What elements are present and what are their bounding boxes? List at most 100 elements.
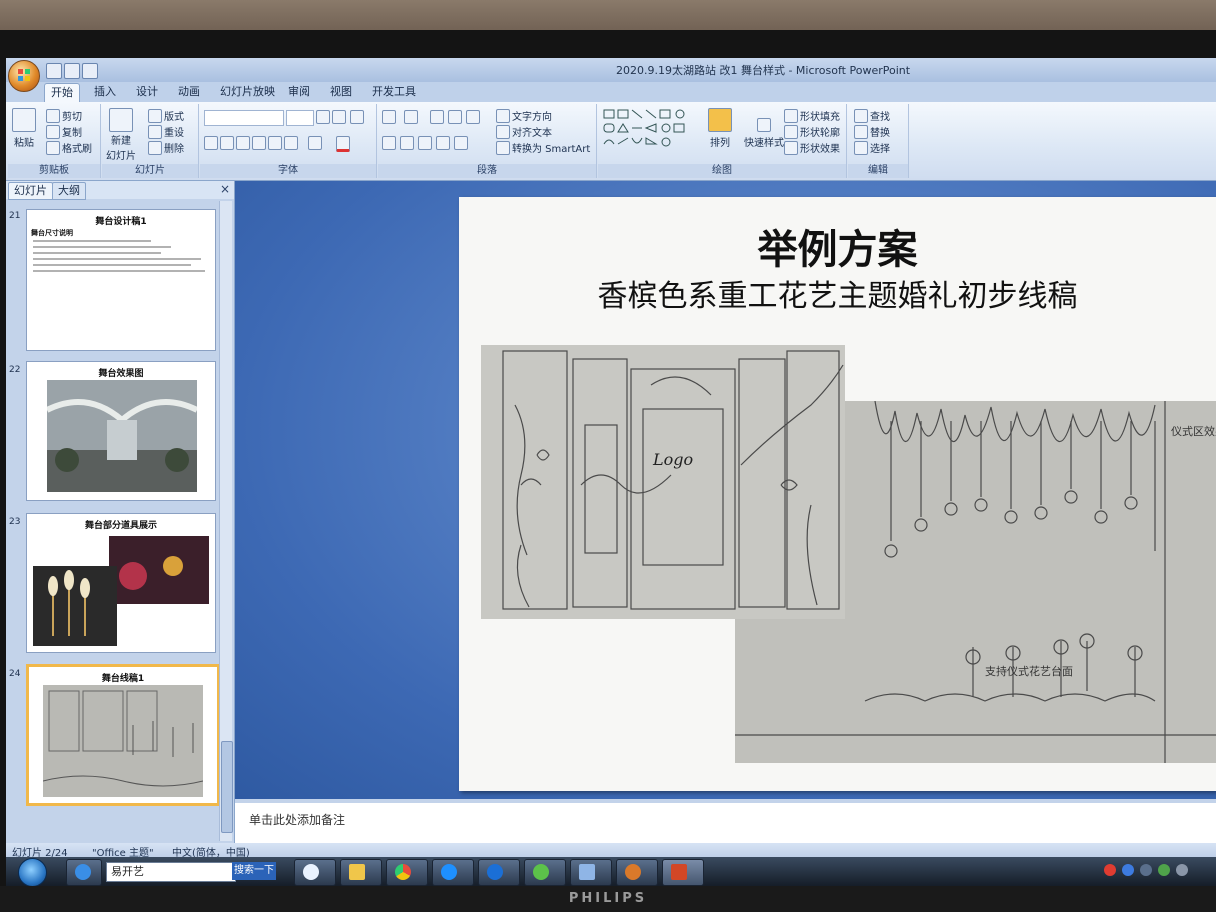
app-button-7[interactable]: [570, 859, 612, 886]
numbering-button[interactable]: [404, 110, 418, 124]
slide-subtitle[interactable]: 香槟色系重工花艺主题婚礼初步线稿: [459, 271, 1216, 315]
tab-slides[interactable]: 幻灯片: [8, 182, 53, 200]
font-name-box[interactable]: [204, 110, 284, 126]
office-button[interactable]: [8, 60, 40, 92]
notes-pane[interactable]: 单击此处添加备注: [235, 799, 1216, 847]
close-icon[interactable]: ×: [220, 182, 230, 196]
decrease-indent-button[interactable]: [430, 110, 444, 124]
tab-design[interactable]: 设计: [130, 83, 164, 101]
align-left-button[interactable]: [382, 136, 396, 150]
shrink-font-button[interactable]: [332, 110, 346, 124]
justify-button[interactable]: [436, 136, 450, 150]
clear-format-button[interactable]: [350, 110, 364, 124]
cut-button[interactable]: 剪切: [46, 108, 82, 123]
align-center-button[interactable]: [400, 136, 414, 150]
paste-label: 粘贴: [14, 138, 34, 149]
increase-indent-button[interactable]: [448, 110, 462, 124]
new-slide-button[interactable]: 新建 幻灯片: [106, 108, 136, 162]
app-button-6[interactable]: [524, 859, 566, 886]
paste-button[interactable]: 粘贴: [12, 108, 36, 149]
volume-icon[interactable]: [1176, 864, 1188, 876]
bold-button[interactable]: [204, 136, 218, 150]
text-direction-icon: [496, 108, 510, 123]
file-explorer-button[interactable]: [340, 859, 382, 886]
cloud-icon: [441, 864, 457, 880]
bullets-button[interactable]: [382, 110, 396, 124]
paste-icon: [12, 108, 36, 132]
slide-thumbnail-23[interactable]: 舞台部分道具展示: [26, 513, 216, 653]
tab-developer[interactable]: 开发工具: [366, 83, 422, 101]
current-slide[interactable]: 举例方案 香槟色系重工花艺主题婚礼初步线稿 仪式区效 支持仪式花艺台面 Logo: [459, 197, 1216, 791]
app-button-8[interactable]: [616, 859, 658, 886]
slides-group-label: 幻灯片: [102, 164, 198, 178]
italic-button[interactable]: [220, 136, 234, 150]
delete-icon: [148, 140, 162, 155]
copy-button[interactable]: 复制: [46, 124, 82, 139]
notes-placeholder[interactable]: 单击此处添加备注: [249, 811, 345, 828]
ribbon-tabs: 开始 插入 设计 动画 幻灯片放映 审阅 视图 开发工具: [6, 82, 1216, 102]
line-spacing-button[interactable]: [466, 110, 480, 124]
format-painter-button[interactable]: 格式刷: [46, 140, 92, 155]
app-button-1[interactable]: [294, 859, 336, 886]
tab-slideshow[interactable]: 幻灯片放映: [214, 83, 281, 101]
slide-thumbnail-22[interactable]: 舞台效果图: [26, 361, 216, 501]
shadow-button[interactable]: [268, 136, 282, 150]
shape-fill-button[interactable]: 形状填充: [784, 108, 840, 123]
quick-styles-button[interactable]: 快速样式: [744, 118, 784, 149]
replace-icon: [854, 124, 868, 139]
redo-icon[interactable]: [82, 63, 98, 79]
layout-label: 版式: [164, 112, 184, 123]
align-text-button[interactable]: 对齐文本: [496, 124, 552, 139]
shape-effects-button[interactable]: 形状效果: [784, 140, 840, 155]
undo-icon[interactable]: [64, 63, 80, 79]
shapes-gallery[interactable]: [602, 108, 698, 152]
app-button-5[interactable]: [478, 859, 520, 886]
strike-button[interactable]: [252, 136, 266, 150]
find-button[interactable]: 查找: [854, 108, 890, 123]
paragraph-group-label: 段落: [378, 164, 596, 178]
slide-title[interactable]: 举例方案: [459, 217, 1216, 275]
smartart-button[interactable]: 转换为 SmartArt: [496, 140, 590, 155]
slide-thumbnail-21[interactable]: 舞台设计稿1 舞台尺寸说明: [26, 209, 216, 351]
stage-backdrop-sketch-image[interactable]: Logo: [481, 345, 845, 619]
slide-thumbnail-24[interactable]: 舞台线稿1: [26, 664, 220, 806]
bold-icon: [204, 136, 218, 150]
find-label: 查找: [870, 112, 890, 123]
shape-outline-button[interactable]: 形状轮廓: [784, 124, 840, 139]
network-icon[interactable]: [1140, 864, 1152, 876]
shield-icon[interactable]: [1122, 864, 1134, 876]
thumbnails-scrollbar[interactable]: [219, 201, 233, 841]
tab-outline[interactable]: 大纲: [52, 182, 86, 200]
search-input[interactable]: 易开艺: [106, 862, 236, 882]
app-button-4[interactable]: [432, 859, 474, 886]
security-icon[interactable]: [1104, 864, 1116, 876]
search-button[interactable]: 搜索一下: [232, 862, 276, 880]
font-color-button[interactable]: [336, 136, 350, 152]
spacing-button[interactable]: [284, 136, 298, 150]
powerpoint-taskbar-button[interactable]: [662, 859, 704, 886]
start-button[interactable]: [18, 858, 47, 886]
tab-insert[interactable]: 插入: [88, 83, 122, 101]
underline-button[interactable]: [236, 136, 250, 150]
layout-button[interactable]: 版式: [148, 108, 184, 123]
text-direction-button[interactable]: 文字方向: [496, 108, 552, 123]
change-case-button[interactable]: [308, 136, 322, 150]
font-size-box[interactable]: [286, 110, 314, 126]
scrollbar-thumb[interactable]: [221, 741, 233, 833]
reset-button[interactable]: 重设: [148, 124, 184, 139]
align-right-button[interactable]: [418, 136, 432, 150]
tab-view[interactable]: 视图: [324, 83, 358, 101]
delete-slide-button[interactable]: 删除: [148, 140, 184, 155]
chrome-button[interactable]: [386, 859, 428, 886]
tab-animation[interactable]: 动画: [172, 83, 206, 101]
replace-button[interactable]: 替换: [854, 124, 890, 139]
tab-review[interactable]: 审阅: [282, 83, 316, 101]
select-button[interactable]: 选择: [854, 140, 890, 155]
tab-home[interactable]: 开始: [44, 83, 80, 102]
status-icon[interactable]: [1158, 864, 1170, 876]
columns-button[interactable]: [454, 136, 468, 150]
grow-font-button[interactable]: [316, 110, 330, 124]
browser-360-button[interactable]: [66, 859, 102, 886]
save-icon[interactable]: [46, 63, 62, 79]
arrange-button[interactable]: 排列: [708, 108, 732, 149]
